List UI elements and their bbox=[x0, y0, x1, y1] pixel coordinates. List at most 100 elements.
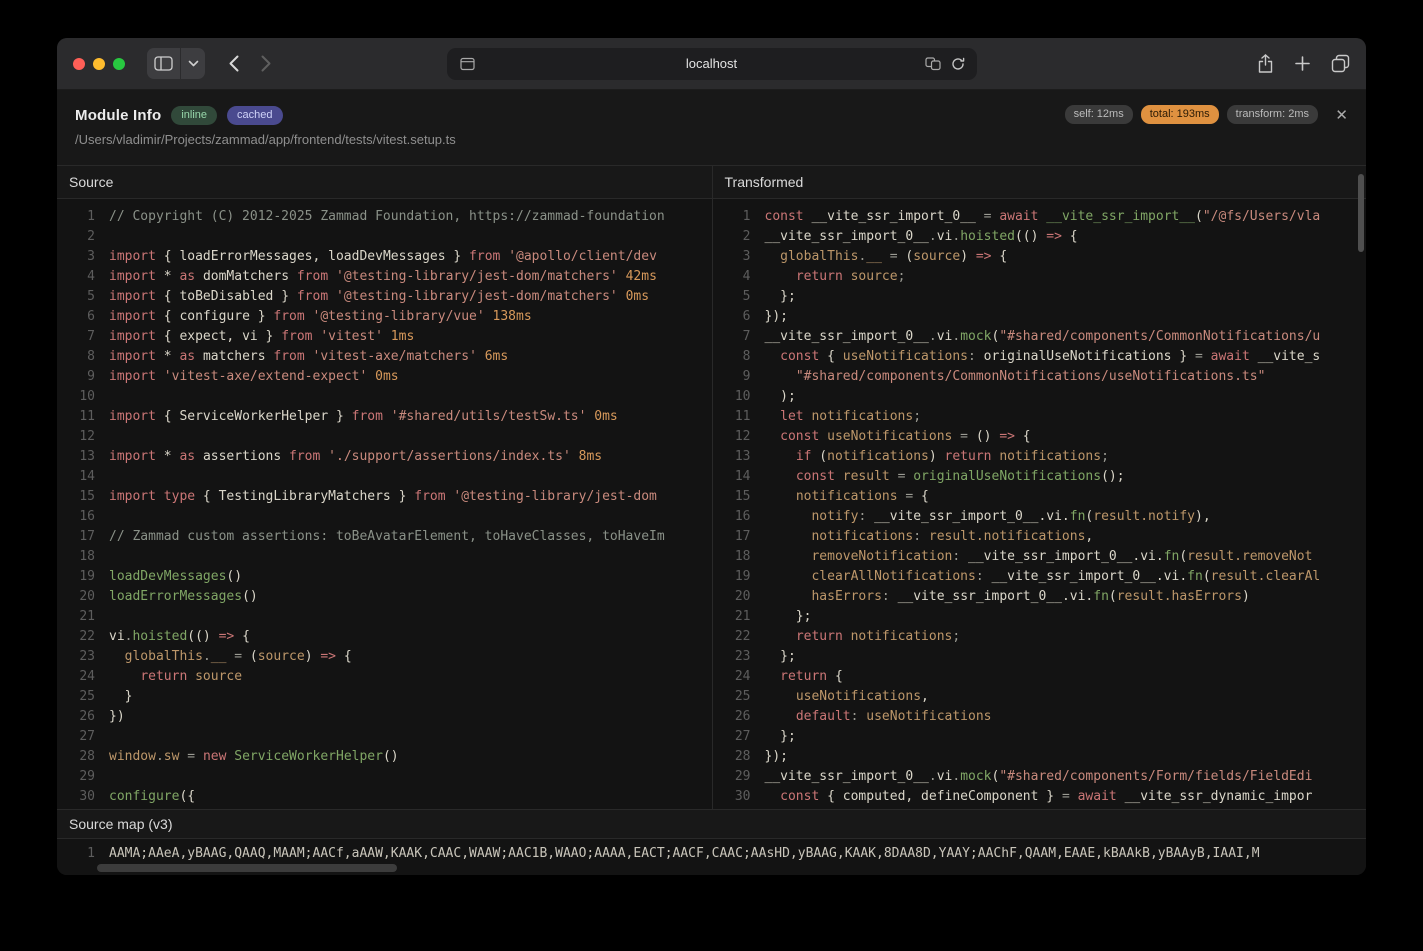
line-number: 5 bbox=[57, 287, 95, 307]
line-number: 26 bbox=[713, 707, 751, 727]
code-text: loadDevMessages() bbox=[109, 567, 242, 587]
tab-overview-button[interactable] bbox=[1331, 54, 1350, 73]
address-bar[interactable]: localhost bbox=[447, 48, 977, 80]
code-line: 27 }; bbox=[713, 727, 1367, 747]
code-line: 30configure({ bbox=[57, 787, 712, 807]
new-tab-button[interactable] bbox=[1295, 56, 1310, 71]
line-number: 21 bbox=[57, 607, 95, 627]
code-line: 27 bbox=[57, 727, 712, 747]
line-number: 10 bbox=[57, 387, 95, 407]
code-text: const __vite_ssr_import_0__ = await __vi… bbox=[765, 207, 1321, 227]
share-icon bbox=[1257, 54, 1274, 73]
code-text: return notifications; bbox=[765, 627, 961, 647]
url-text: localhost bbox=[447, 48, 977, 80]
code-text: }); bbox=[765, 307, 788, 327]
line-number: 29 bbox=[57, 767, 95, 787]
code-text: import { configure } from '@testing-libr… bbox=[109, 307, 532, 327]
code-line: 15 notifications = { bbox=[713, 487, 1367, 507]
share-button[interactable] bbox=[1257, 54, 1274, 73]
line-number: 11 bbox=[713, 407, 751, 427]
code-text: } bbox=[109, 687, 132, 707]
code-text: import type { TestingLibraryMatchers } f… bbox=[109, 487, 657, 507]
code-line: 17// Zammad custom assertions: toBeAvata… bbox=[57, 527, 712, 547]
close-window-button[interactable] bbox=[73, 58, 85, 70]
line-number: 3 bbox=[57, 247, 95, 267]
line-number: 12 bbox=[713, 427, 751, 447]
code-line: 28}); bbox=[713, 747, 1367, 767]
desktop-background: localhost bbox=[0, 0, 1423, 951]
code-text: }; bbox=[765, 607, 812, 627]
code-line: 17 notifications: result.notifications, bbox=[713, 527, 1367, 547]
reload-icon[interactable] bbox=[951, 57, 965, 71]
code-line: 11 let notifications; bbox=[713, 407, 1367, 427]
module-info-header: Module Info inline cached self: 12ms tot… bbox=[57, 90, 1366, 165]
line-number: 22 bbox=[57, 627, 95, 647]
back-button[interactable] bbox=[229, 55, 239, 72]
source-code-viewer[interactable]: 1// Copyright (C) 2012-2025 Zammad Found… bbox=[57, 199, 712, 809]
line-number: 30 bbox=[57, 787, 95, 807]
code-line: 6}); bbox=[713, 307, 1367, 327]
code-text: import { expect, vi } from 'vitest' 1ms bbox=[109, 327, 414, 347]
code-text: import { loadErrorMessages, loadDevMessa… bbox=[109, 247, 657, 267]
fullscreen-window-button[interactable] bbox=[113, 58, 125, 70]
line-number: 1 bbox=[713, 207, 751, 227]
code-text: notify: __vite_ssr_import_0__.vi.fn(resu… bbox=[765, 507, 1211, 527]
code-text: removeNotification: __vite_ssr_import_0_… bbox=[765, 547, 1313, 567]
transformed-code-viewer[interactable]: 1 const __vite_ssr_import_0__ = await __v… bbox=[713, 199, 1367, 809]
code-text: "#shared/components/CommonNotifications/… bbox=[765, 367, 1266, 387]
line-number: 1 bbox=[57, 845, 95, 863]
line-number: 29 bbox=[713, 767, 751, 787]
line-number: 13 bbox=[713, 447, 751, 467]
code-panes: Source 1// Copyright (C) 2012-2025 Zamma… bbox=[57, 165, 1366, 809]
translate-icon[interactable] bbox=[925, 57, 941, 71]
code-line: 8 import * as matchers from 'vitest-axe/m… bbox=[57, 347, 712, 367]
window-controls bbox=[73, 58, 125, 70]
line-number: 7 bbox=[713, 327, 751, 347]
navigation-buttons bbox=[229, 55, 271, 72]
forward-button[interactable] bbox=[261, 55, 271, 72]
code-line: 29 bbox=[57, 767, 712, 787]
line-number: 24 bbox=[57, 667, 95, 687]
code-text: return { bbox=[765, 667, 843, 687]
code-line: 12 const useNotifications = () => { bbox=[713, 427, 1367, 447]
line-number: 25 bbox=[713, 687, 751, 707]
line-number: 14 bbox=[57, 467, 95, 487]
code-text: return source; bbox=[765, 267, 906, 287]
code-text: import { ServiceWorkerHelper } from '#sh… bbox=[109, 407, 618, 427]
line-number: 20 bbox=[713, 587, 751, 607]
code-text: ); bbox=[765, 387, 796, 407]
close-panel-button[interactable]: ✕ bbox=[1331, 102, 1352, 128]
code-line: 9import 'vitest-axe/extend-expect' 0ms bbox=[57, 367, 712, 387]
line-number: 16 bbox=[57, 507, 95, 527]
toolbar-right-buttons bbox=[1257, 54, 1350, 73]
code-line: 3 import { loadErrorMessages, loadDevMess… bbox=[57, 247, 712, 267]
code-line: 24 return { bbox=[713, 667, 1367, 687]
code-line: 29__vite_ssr_import_0__.vi.mock("#shared… bbox=[713, 767, 1367, 787]
line-number: 8 bbox=[57, 347, 95, 367]
code-line: 5import { toBeDisabled } from '@testing-… bbox=[57, 287, 712, 307]
code-line: 16 bbox=[57, 507, 712, 527]
code-line: 10 ); bbox=[713, 387, 1367, 407]
tabs-icon bbox=[1331, 54, 1350, 73]
code-line: 1// Copyright (C) 2012-2025 Zammad Found… bbox=[57, 207, 712, 227]
minimize-window-button[interactable] bbox=[93, 58, 105, 70]
sourcemap-title: Source map (v3) bbox=[57, 810, 1366, 839]
code-line: 4 return source; bbox=[713, 267, 1367, 287]
code-line: 23 globalThis.__ = (source) => { bbox=[57, 647, 712, 667]
code-text: }; bbox=[765, 647, 796, 667]
code-text: }; bbox=[765, 727, 796, 747]
sidebar-toggle-button[interactable] bbox=[147, 48, 205, 79]
horizontal-scrollbar[interactable] bbox=[97, 864, 397, 872]
line-number: 11 bbox=[57, 407, 95, 427]
line-number: 28 bbox=[713, 747, 751, 767]
code-text: import * as matchers from 'vitest-axe/ma… bbox=[109, 347, 508, 367]
line-number: 26 bbox=[57, 707, 95, 727]
code-line: 7__vite_ssr_import_0__.vi.mock("#shared/… bbox=[713, 327, 1367, 347]
line-number: 9 bbox=[57, 367, 95, 387]
page-content: Module Info inline cached self: 12ms tot… bbox=[57, 90, 1366, 875]
vertical-scrollbar[interactable] bbox=[1358, 174, 1364, 252]
close-icon: ✕ bbox=[1335, 106, 1348, 124]
inline-badge: inline bbox=[171, 106, 217, 125]
transformed-pane: Transformed 1const __vite_ssr_import_0__… bbox=[712, 166, 1367, 809]
code-line: 4import * as domMatchers from '@testing-… bbox=[57, 267, 712, 287]
